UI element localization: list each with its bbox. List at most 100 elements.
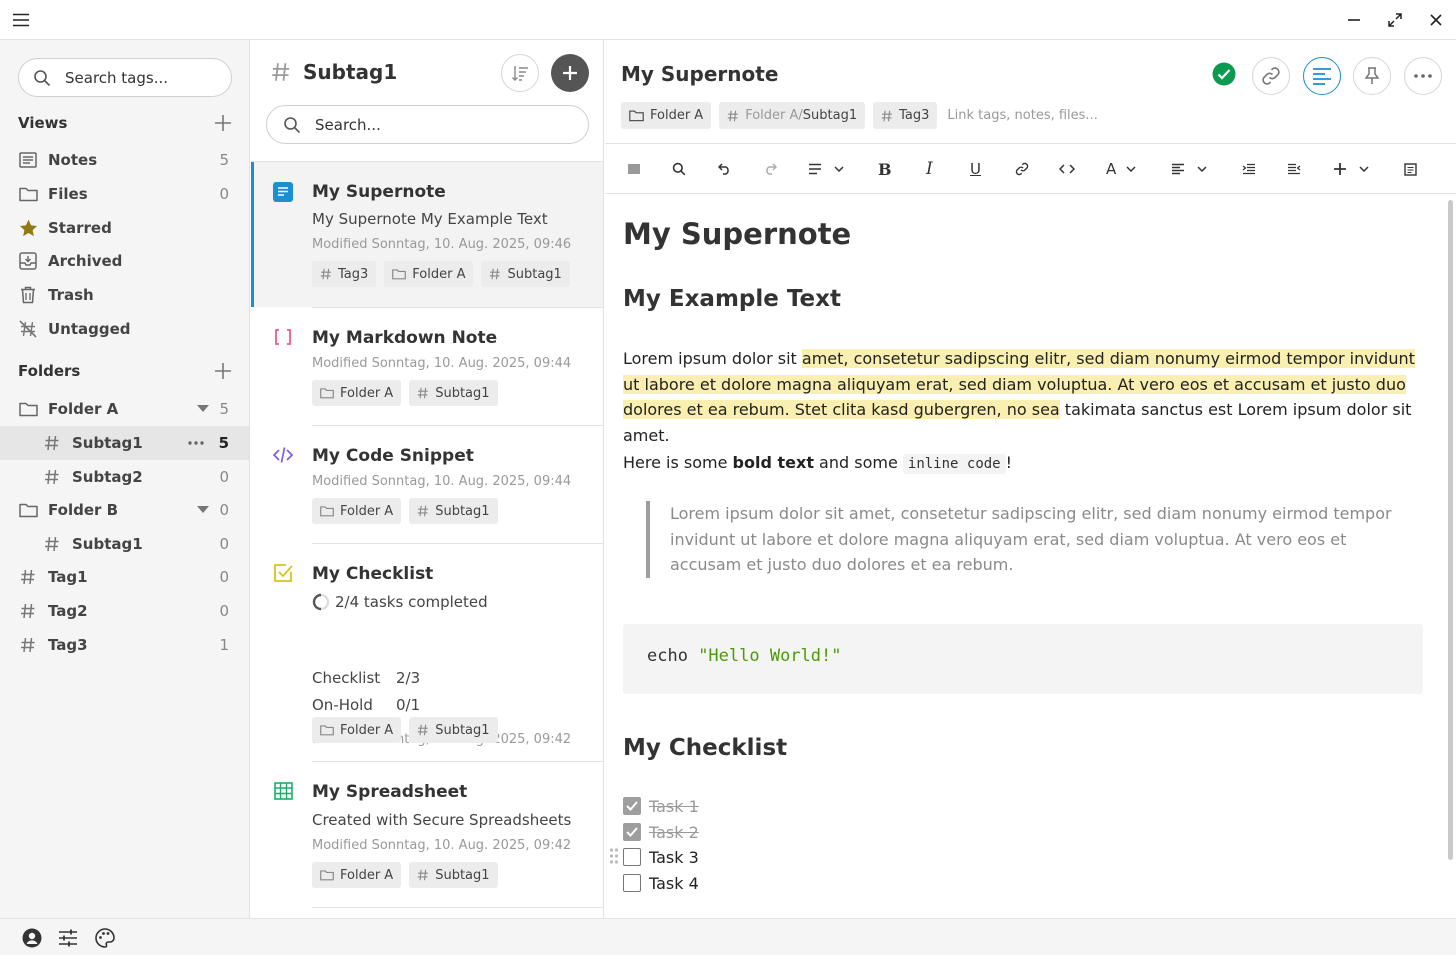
underline-icon[interactable]: U [970, 159, 981, 179]
sidebar-item-untagged[interactable]: Untagged [0, 312, 249, 346]
code-icon[interactable] [1059, 159, 1075, 179]
sidebar-item-count: 5 [218, 434, 229, 452]
indent-icon[interactable] [1242, 159, 1256, 179]
pin-button[interactable] [1353, 57, 1391, 95]
link-tags-input[interactable]: Link tags, notes, files... [947, 108, 1097, 123]
account-icon[interactable] [21, 927, 43, 949]
note-item-my-markdown-note[interactable]: My Markdown Note Modified Sonntag, 10. A… [251, 308, 603, 426]
sidebar-item-starred[interactable]: Starred [0, 211, 249, 245]
bold-icon[interactable]: B [878, 159, 892, 179]
tag-chip[interactable]: Subtag1 [481, 261, 570, 287]
sidebar-item-archived[interactable]: Archived [0, 244, 249, 278]
outdent-icon[interactable] [1287, 159, 1301, 179]
folder-chip[interactable]: Folder A [312, 862, 402, 888]
preferences-icon[interactable] [57, 927, 79, 949]
search-tags-input[interactable]: Search tags... [18, 58, 232, 97]
editor-view-button[interactable] [1303, 57, 1341, 95]
checklist-icon [273, 563, 293, 583]
sidebar-folder-folder-a[interactable]: Folder A 5 [0, 392, 249, 426]
tag-chip[interactable]: Subtag1 [409, 380, 498, 406]
alignment-dropdown[interactable] [1171, 159, 1207, 179]
archive-icon [18, 251, 38, 271]
checklist-item[interactable]: Task 2 [623, 821, 699, 843]
hamburger-menu-icon[interactable] [8, 8, 34, 32]
document-icon[interactable] [1404, 159, 1417, 179]
text-color-dropdown[interactable]: A [1106, 159, 1136, 179]
add-folder-icon[interactable] [214, 362, 232, 380]
sidebar-tag-subtag2[interactable]: Subtag2 0 [0, 460, 249, 494]
search-icon[interactable] [672, 159, 686, 179]
more-options-button[interactable] [1404, 57, 1442, 95]
search-notes-input[interactable]: Search... [266, 105, 589, 144]
tag-chip[interactable]: Subtag1 [409, 717, 498, 743]
checkbox-checked[interactable] [623, 797, 641, 815]
tag-chip[interactable]: Tag3 [312, 261, 377, 287]
checklist-item[interactable]: Task 4 [623, 872, 699, 894]
chevron-down-icon[interactable] [197, 506, 209, 514]
drag-handle-icon[interactable] [609, 848, 619, 864]
sidebar-tag-tag3[interactable]: Tag3 1 [0, 628, 249, 662]
link-button[interactable] [1252, 57, 1290, 95]
note-title: My Code Snippet [312, 446, 474, 466]
checklist-item[interactable]: Task 3 [623, 846, 699, 868]
add-view-icon[interactable] [214, 114, 232, 132]
insert-dropdown[interactable] [1333, 159, 1369, 179]
close-icon[interactable] [1423, 8, 1449, 32]
sidebar-item-files[interactable]: Files 0 [0, 177, 249, 211]
tag-chip[interactable]: Folder A/Subtag1 [719, 102, 866, 129]
sidebar-folder-folder-b[interactable]: Folder B 0 [0, 493, 249, 527]
note-item-my-supernote[interactable]: My Supernote My Supernote My Example Tex… [251, 162, 603, 307]
more-options-icon[interactable] [188, 441, 204, 445]
toolbar-menu-icon[interactable] [627, 159, 641, 179]
maximize-icon[interactable] [1382, 8, 1408, 32]
checklist-item[interactable]: Task 1 [623, 795, 699, 817]
theme-palette-icon[interactable] [94, 927, 116, 949]
checklist-progress: 2/4 tasks completed [335, 593, 488, 611]
bold-text: bold text [732, 453, 814, 472]
minimize-icon[interactable] [1341, 8, 1367, 32]
sort-button[interactable] [501, 54, 539, 92]
spreadsheet-icon [273, 781, 293, 801]
sidebar-tag-folder-b-subtag1[interactable]: Subtag1 0 [0, 527, 249, 561]
note-title-input[interactable]: My Supernote [621, 62, 778, 86]
checkbox-unchecked[interactable] [623, 848, 641, 866]
editor-content[interactable]: My Supernote My Example Text Lorem ipsum… [623, 195, 1428, 918]
folder-chip[interactable]: Folder A [384, 261, 474, 287]
hash-icon [42, 433, 62, 453]
italic-icon[interactable]: I [926, 159, 933, 179]
sidebar-tag-subtag1[interactable]: Subtag1 5 [0, 426, 249, 460]
note-item-my-code-snippet[interactable]: My Code Snippet Modified Sonntag, 10. Au… [251, 426, 603, 544]
note-modified: Modified Sonntag, 10. Aug. 2025, 09:46 [312, 237, 572, 252]
redo-icon[interactable] [763, 159, 777, 179]
hash-icon [42, 467, 62, 487]
link-icon[interactable] [1015, 159, 1029, 179]
checkbox-unchecked[interactable] [623, 874, 641, 892]
sidebar-item-label: Starred [48, 219, 112, 237]
folder-chip[interactable]: Folder A [621, 102, 712, 129]
undo-icon[interactable] [718, 159, 732, 179]
tag-chip[interactable]: Tag3 [873, 102, 938, 129]
note-item-my-spreadsheet[interactable]: My Spreadsheet Created with Secure Sprea… [251, 762, 603, 908]
tag-chip[interactable]: Subtag1 [409, 862, 498, 888]
sidebar-item-count: 0 [219, 468, 229, 486]
sidebar-item-label: Trash [48, 286, 94, 304]
sidebar-item-count: 0 [219, 535, 229, 553]
sidebar-item-trash[interactable]: Trash [0, 278, 249, 312]
sidebar-tag-tag1[interactable]: Tag1 0 [0, 560, 249, 594]
chevron-down-icon[interactable] [197, 405, 209, 413]
sidebar-tag-tag2[interactable]: Tag2 0 [0, 594, 249, 628]
text-run: and some [813, 453, 903, 472]
editor-scrollbar[interactable] [1448, 200, 1453, 860]
block-type-dropdown[interactable] [808, 159, 844, 179]
folder-chip[interactable]: Folder A [312, 498, 402, 524]
note-list: Subtag1 Search... My Supernote My Supern… [251, 40, 604, 918]
folder-chip[interactable]: Folder A [312, 717, 402, 743]
task-label: Task 1 [649, 796, 699, 816]
checkbox-checked[interactable] [623, 823, 641, 841]
sidebar-item-notes[interactable]: Notes 5 [0, 143, 249, 177]
folder-chip[interactable]: Folder A [312, 380, 402, 406]
tag-chip[interactable]: Subtag1 [409, 498, 498, 524]
chip-label: Subtag1 [435, 503, 490, 519]
sidebar-item-label: Untagged [48, 320, 131, 338]
new-note-button[interactable] [551, 54, 589, 92]
